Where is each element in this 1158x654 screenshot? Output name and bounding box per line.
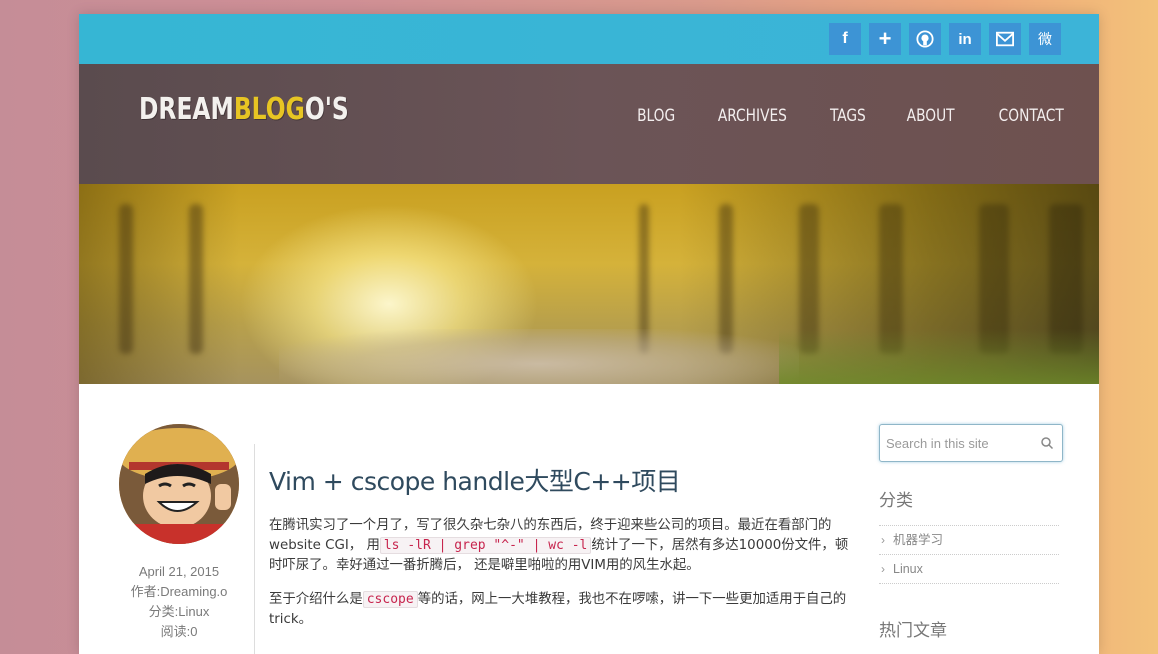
author-avatar	[119, 424, 239, 544]
nav-blog[interactable]: BLOG	[637, 106, 675, 126]
category-label: Linux	[893, 562, 923, 576]
text: 至于介绍什么是	[269, 592, 363, 607]
divider	[254, 444, 255, 654]
github-icon	[916, 30, 934, 48]
weibo-icon: 微	[1038, 31, 1052, 47]
linkedin-icon: in	[958, 30, 972, 48]
weibo-button[interactable]: 微	[1029, 23, 1061, 55]
inline-code: cscope	[362, 591, 418, 608]
main-content: April 21, 2015 作者:Dreaming.o 分类:Linux 阅读…	[79, 384, 1099, 654]
logo-text-2: O'S	[304, 92, 349, 127]
plus-button[interactable]: +	[869, 23, 901, 55]
linkedin-button[interactable]: in	[949, 23, 981, 55]
logo-accent: BLOG	[233, 92, 305, 127]
site-header: DREAMBLOGO'S BLOG ARCHIVES TAGS ABOUT CO…	[79, 64, 1099, 184]
chevron-right-icon: ›	[881, 562, 885, 576]
post-meta: April 21, 2015 作者:Dreaming.o 分类:Linux 阅读…	[119, 562, 239, 642]
main-nav: BLOG ARCHIVES TAGS ABOUT CONTACT	[598, 106, 1067, 126]
post-title[interactable]: Vim + cscope handle大型C++项目	[269, 462, 849, 498]
hero-banner-image	[79, 184, 1099, 384]
chevron-right-icon: ›	[881, 533, 885, 547]
post-author: 作者:Dreaming.o	[130, 584, 228, 599]
categories-title: 分类	[879, 491, 913, 511]
category-item[interactable]: › Linux	[879, 555, 1059, 584]
github-button[interactable]	[909, 23, 941, 55]
nav-tags[interactable]: TAGS	[830, 106, 866, 126]
facebook-icon: f	[842, 30, 848, 47]
facebook-button[interactable]: f	[829, 23, 861, 55]
nav-contact[interactable]: CONTACT	[998, 106, 1063, 126]
logo-text-1: DREAM	[139, 92, 234, 127]
category-item[interactable]: › 机器学习	[879, 526, 1059, 555]
post-category[interactable]: 分类:Linux	[119, 602, 239, 622]
plus-icon: +	[878, 26, 892, 51]
hot-posts-title: 热门文章	[879, 621, 947, 641]
category-label: 机器学习	[893, 533, 944, 547]
social-bar: f + in 微	[79, 14, 1099, 64]
post-body: Vim + cscope handle大型C++项目 在腾讯实习了一个月了，写了…	[269, 462, 849, 644]
search-icon[interactable]	[1040, 436, 1054, 450]
nav-archives[interactable]: ARCHIVES	[718, 106, 787, 126]
nav-about[interactable]: ABOUT	[907, 106, 955, 126]
inline-code: ls -lR | grep "^-" | wc -l	[379, 537, 592, 554]
post-reads: 阅读:0	[160, 624, 198, 639]
post-date: April 21, 2015	[138, 564, 220, 579]
post-paragraph-2: 至于介绍什么是 cscope 等的话，网上一大堆教程，我也不在啰嗦，讲一下一些更加适…	[269, 590, 849, 630]
blog-page: f + in 微 DREAMBLOGO'S BLOG ARCHIVES TAGS…	[79, 14, 1099, 654]
search-box	[879, 424, 1063, 462]
site-logo[interactable]: DREAMBLOGO'S	[139, 92, 349, 127]
categories-list: › 机器学习 › Linux	[879, 525, 1059, 584]
mail-icon	[996, 31, 1014, 47]
post-paragraph-1: 在腾讯实习了一个月了，写了很久杂七杂八的东西后，终于迎来些公司的项目。最近在看部…	[269, 516, 849, 576]
sidebar: 分类 › 机器学习 › Linux 热门文章	[879, 424, 1063, 654]
mail-button[interactable]	[989, 23, 1021, 55]
search-input[interactable]	[880, 425, 1030, 461]
